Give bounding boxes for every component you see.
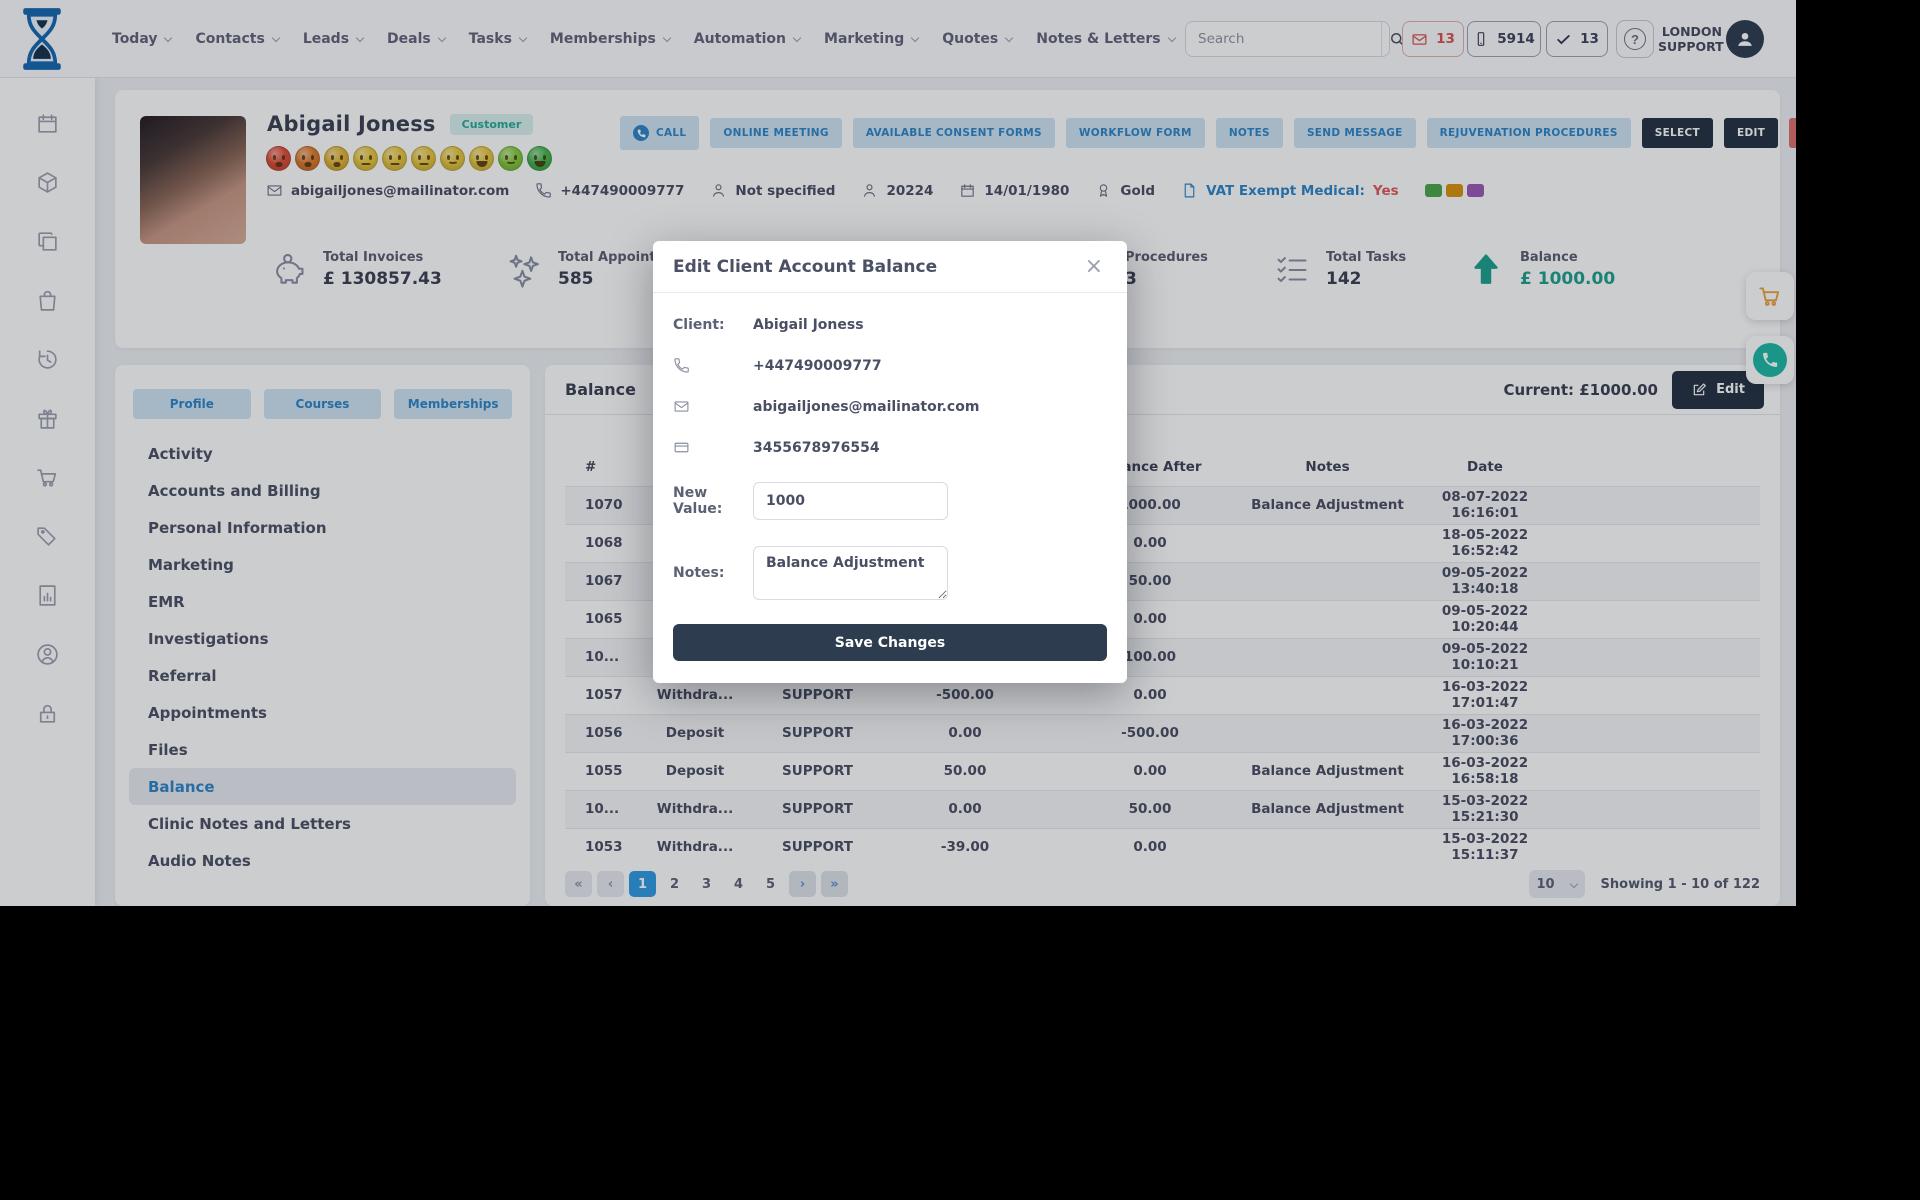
- modal-client-phone: +447490009777: [753, 358, 882, 374]
- edit-balance-modal: Edit Client Account Balance × Client: Ab…: [653, 241, 1127, 683]
- modal-client-name: Abigail Joness: [753, 317, 864, 333]
- modal-client-email: abigailjones@mailinator.com: [753, 399, 979, 415]
- modal-client-card: 3455678976554: [753, 440, 880, 456]
- new-value-input[interactable]: [753, 482, 948, 520]
- notes-input[interactable]: Balance Adjustment: [753, 546, 948, 600]
- phone-icon: [673, 357, 753, 374]
- mail-icon: [673, 398, 753, 415]
- modal-title: Edit Client Account Balance: [673, 257, 937, 277]
- app-window: TodayContactsLeadsDealsTasksMembershipsA…: [0, 0, 1796, 906]
- save-changes-button[interactable]: Save Changes: [673, 624, 1107, 661]
- card-icon: [673, 439, 753, 456]
- new-value-label: New Value:: [673, 485, 753, 517]
- close-icon[interactable]: ×: [1079, 255, 1109, 279]
- notes-label: Notes:: [673, 565, 753, 581]
- client-label: Client:: [673, 317, 753, 333]
